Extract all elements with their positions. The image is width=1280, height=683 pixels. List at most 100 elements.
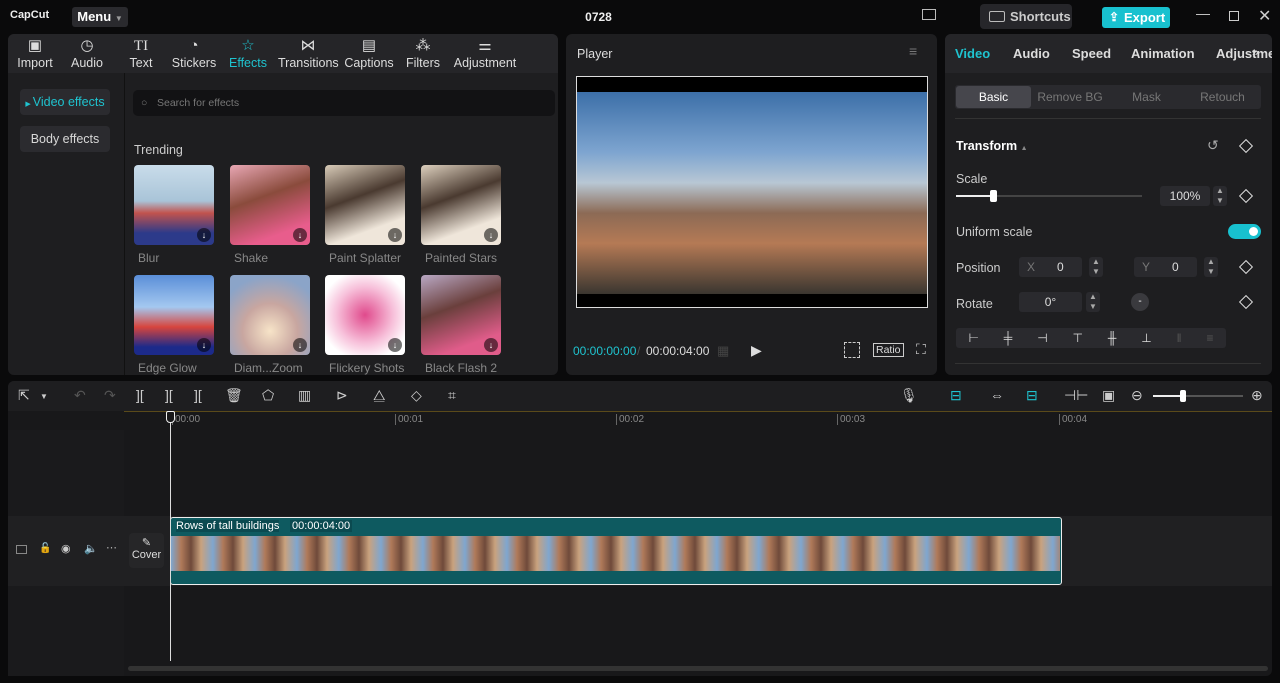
eye-icon[interactable]: ◉: [61, 542, 71, 555]
position-y-stepper[interactable]: ▲ ▼: [1204, 257, 1218, 277]
download-icon[interactable]: ↓: [388, 228, 402, 242]
tab-audio[interactable]: ◷ Audio: [66, 36, 108, 70]
tab-speed[interactable]: Speed: [1072, 46, 1111, 61]
preview-axis-icon[interactable]: ▣: [1102, 387, 1115, 404]
tab-text[interactable]: TI Text: [121, 36, 161, 70]
microphone-icon[interactable]: 🎙: [900, 387, 918, 404]
download-icon[interactable]: ↓: [484, 228, 498, 242]
distribute-v-icon[interactable]: ≡: [1206, 328, 1213, 348]
align-center-h-icon[interactable]: ╪: [1004, 328, 1013, 348]
close-button[interactable]: ✕: [1258, 6, 1271, 26]
playhead[interactable]: [166, 411, 175, 661]
volume-icon[interactable]: 🔈: [84, 542, 98, 555]
split-left-icon[interactable]: ][: [165, 387, 173, 403]
tab-video[interactable]: Video: [955, 46, 990, 61]
subtab-retouch[interactable]: Retouch: [1184, 86, 1261, 108]
mirror-icon[interactable]: ⧋: [373, 387, 386, 404]
reset-icon[interactable]: ↺: [1207, 137, 1219, 154]
tab-filters[interactable]: ⁂ Filters: [405, 36, 441, 70]
zoom-slider-handle[interactable]: [1180, 390, 1186, 402]
ratio-button[interactable]: Ratio: [873, 343, 904, 357]
tab-effects[interactable]: ☆ Effects: [226, 36, 270, 70]
redo-icon[interactable]: ↷: [104, 387, 116, 404]
crop-icon[interactable]: ⌗: [448, 387, 456, 404]
fullscreen-icon[interactable]: ⛶: [916, 341, 926, 358]
cover-button[interactable]: ✎ Cover: [129, 533, 164, 568]
rotate-icon[interactable]: ◇: [411, 387, 422, 404]
track-thumbnail-icon[interactable]: [16, 545, 27, 554]
distribute-h-icon[interactable]: ‖: [1177, 328, 1182, 348]
split-right-icon[interactable]: ][: [194, 387, 202, 403]
chevron-down-icon[interactable]: ▼: [40, 392, 48, 401]
minimize-button[interactable]: —: [1196, 5, 1210, 21]
align-top-icon[interactable]: ⊤: [1073, 328, 1083, 348]
zoom-fit-icon[interactable]: [844, 342, 860, 358]
align-right-icon[interactable]: ⊣: [1037, 328, 1047, 348]
effect-card-flickery-shots[interactable]: ↓: [325, 275, 405, 355]
split-preview-icon[interactable]: ⊣⊢: [1064, 387, 1088, 404]
play-button[interactable]: ▶: [751, 342, 762, 359]
player-menu-icon[interactable]: ≡: [909, 43, 917, 59]
tab-transitions[interactable]: ⋈ Transitions: [278, 36, 339, 70]
more-tabs-icon[interactable]: »: [1252, 45, 1259, 59]
align-left-icon[interactable]: ⊢: [968, 328, 978, 348]
select-tool-icon[interactable]: ⇱: [18, 387, 30, 404]
effect-card-painted-stars[interactable]: ↓: [421, 165, 501, 245]
position-x-stepper[interactable]: ▲ ▼: [1089, 257, 1103, 277]
download-icon[interactable]: ↓: [197, 228, 211, 242]
scale-input[interactable]: 100%: [1160, 186, 1210, 206]
download-icon[interactable]: ↓: [293, 338, 307, 352]
tab-audio-inspector[interactable]: Audio: [1013, 46, 1050, 61]
layout-icon[interactable]: [922, 9, 936, 20]
effect-card-edge-glow[interactable]: ↓: [134, 275, 214, 355]
main-track-magnet-icon[interactable]: ⊟: [950, 387, 962, 404]
subtab-mask[interactable]: Mask: [1109, 86, 1184, 108]
maximize-button[interactable]: [1229, 11, 1239, 21]
search-input[interactable]: ○ Search for effects: [133, 90, 555, 116]
uniform-scale-toggle[interactable]: [1228, 224, 1261, 239]
tab-stickers[interactable]: ◔ Stickers: [170, 36, 218, 70]
scale-stepper[interactable]: ▲ ▼: [1213, 186, 1227, 206]
tab-adjustment-inspector[interactable]: Adjustme: [1216, 46, 1272, 61]
delete-icon[interactable]: 🗑: [225, 387, 243, 404]
scale-slider[interactable]: [956, 190, 1142, 202]
subtab-basic[interactable]: Basic: [956, 86, 1031, 108]
download-icon[interactable]: ↓: [484, 338, 498, 352]
grid-icon[interactable]: ▦: [717, 343, 729, 359]
effect-card-blur[interactable]: ↓: [134, 165, 214, 245]
download-icon[interactable]: ↓: [388, 338, 402, 352]
rotate-input[interactable]: 0°: [1019, 292, 1082, 312]
more-icon[interactable]: ⋯: [106, 541, 117, 554]
export-button[interactable]: ⇪ Export: [1102, 7, 1170, 28]
freeze-icon[interactable]: ▥: [298, 387, 311, 404]
shortcuts-button[interactable]: Shortcuts: [980, 4, 1072, 29]
tab-animation[interactable]: Animation: [1131, 46, 1195, 61]
split-icon[interactable]: ][: [136, 387, 144, 403]
playhead-handle[interactable]: [166, 411, 175, 423]
scale-slider-handle[interactable]: [990, 190, 997, 202]
effect-card-black-flash-2[interactable]: ↓: [421, 275, 501, 355]
position-y-input[interactable]: Y0: [1134, 257, 1197, 277]
zoom-out-icon[interactable]: ⊖: [1131, 387, 1143, 404]
align-bottom-icon[interactable]: ⊥: [1141, 328, 1151, 348]
timeline-scrollbar[interactable]: [128, 666, 1268, 671]
rotate-stepper[interactable]: ▲ ▼: [1086, 292, 1100, 312]
position-x-input[interactable]: X0: [1019, 257, 1082, 277]
tab-import[interactable]: ▣ Import: [14, 36, 56, 70]
effect-card-paint-splatter[interactable]: ↓: [325, 165, 405, 245]
align-center-v-icon[interactable]: ╫: [1108, 328, 1117, 348]
video-clip[interactable]: Rows of tall buildings 00:00:04:00: [170, 517, 1062, 585]
subtab-remove-bg[interactable]: Remove BG: [1031, 86, 1109, 108]
tab-adjustment[interactable]: ⚌ Adjustment: [453, 36, 517, 70]
auto-snap-icon[interactable]: ⇔: [990, 387, 1004, 403]
reverse-icon[interactable]: ⊳: [336, 387, 348, 404]
zoom-slider[interactable]: [1153, 390, 1243, 402]
rotate-dial[interactable]: -: [1131, 293, 1149, 311]
sidebar-item-video-effects[interactable]: ▶ Video effects: [20, 89, 110, 115]
effect-card-shake[interactable]: ↓: [230, 165, 310, 245]
tab-captions[interactable]: ▤ Captions: [343, 36, 395, 70]
linkage-icon[interactable]: ⊟: [1026, 387, 1038, 404]
zoom-in-icon[interactable]: ⊕: [1251, 387, 1263, 404]
download-icon[interactable]: ↓: [293, 228, 307, 242]
lock-icon[interactable]: 🔓: [39, 543, 51, 554]
